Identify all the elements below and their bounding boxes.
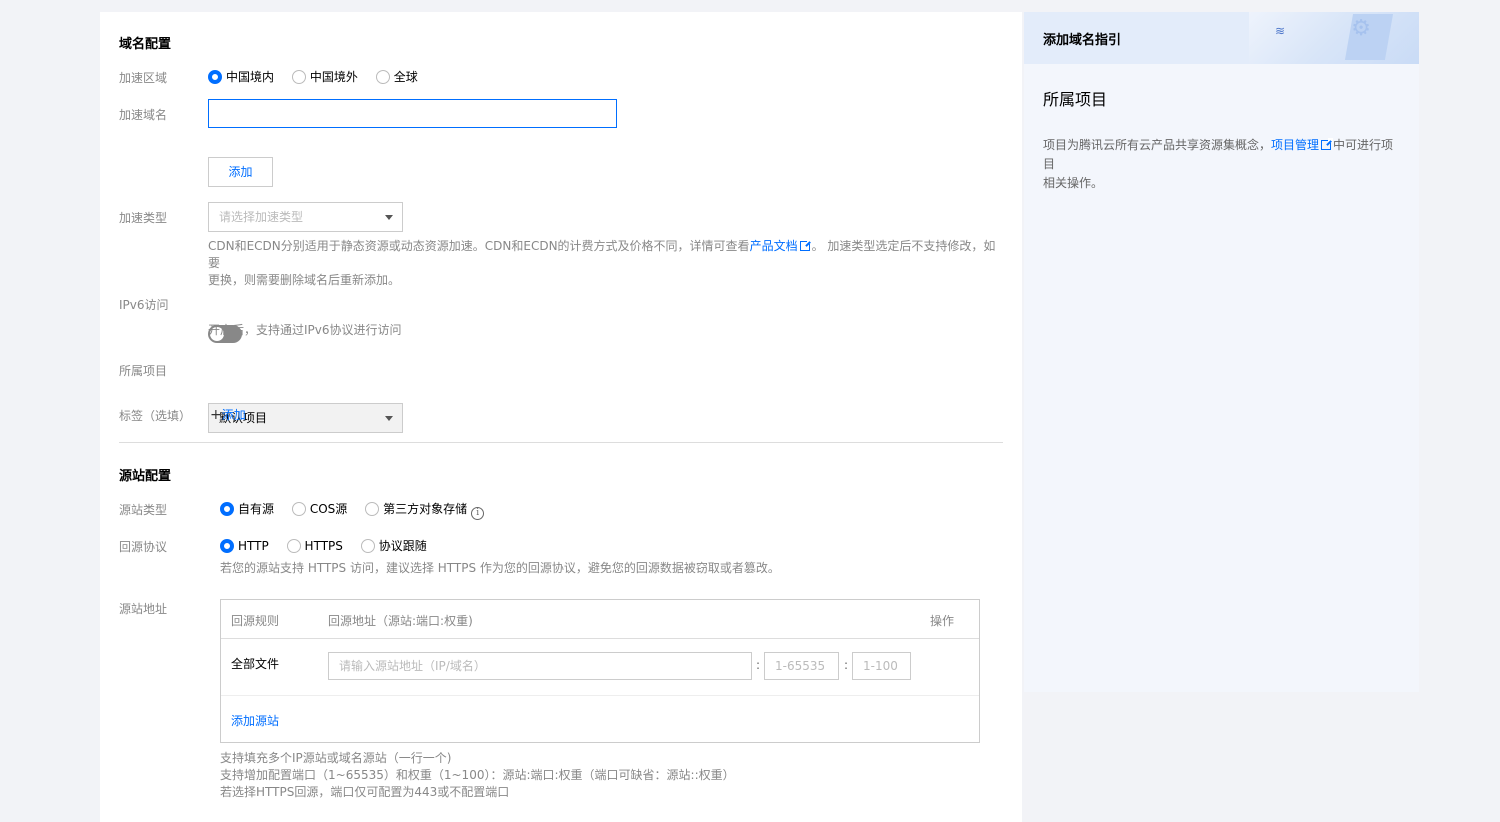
type-hint: CDN和ECDN分别适用于静态资源或动态资源加速。CDN和ECDN的计费方式及价… (208, 239, 996, 287)
main-panel: 域名配置 加速区域 中国境内 中国境外 全球 加速域名 添加 加速类型 请选择加… (100, 12, 1022, 822)
radio-icon (375, 70, 390, 84)
accel-type-select[interactable]: 请选择加速类型 (208, 202, 403, 232)
section-divider (119, 442, 1003, 443)
guide-panel: ≋ ⚙ 添加域名指引 所属项目 项目为腾讯云所有云产品共享资源集概念，项目管理中… (1024, 12, 1419, 692)
radio-icon (220, 502, 234, 516)
ipv6-label: IPv6访问 (119, 298, 169, 312)
col-address-header: 回源地址（源站:端口:权重) (328, 614, 473, 628)
radio-icon (291, 502, 306, 516)
region-label: 加速区域 (119, 71, 168, 85)
gear-icon: ⚙ (1351, 16, 1371, 41)
radio-icon (286, 539, 301, 553)
origin-notes: 支持填充多个IP源站或域名源站（一行一个) 支持增加配置端口（1~65535）和… (220, 750, 735, 801)
protocol-follow[interactable]: 协议跟随 (360, 539, 427, 553)
origin-note-3: 若选择HTTPS回源，端口仅可配置为443或不配置端口 (220, 785, 510, 799)
product-doc-link[interactable]: 产品文档 (750, 239, 798, 253)
project-management-link[interactable]: 项目管理 (1271, 138, 1319, 152)
chevron-down-icon (385, 416, 393, 421)
table-header-divider (221, 638, 979, 639)
domain-config-title: 域名配置 (119, 37, 172, 52)
origin-address-label: 源站地址 (119, 602, 168, 616)
accel-type-placeholder: 请选择加速类型 (219, 210, 304, 224)
origin-type-radio-group: 自有源 COS源 第三方对象存储 i (220, 500, 485, 520)
chevron-down-icon (385, 215, 393, 220)
protocol-http[interactable]: HTTP (220, 539, 269, 553)
origin-note-1: 支持填充多个IP源站或域名源站（一行一个) (220, 751, 452, 765)
radio-icon (220, 539, 234, 553)
external-link-icon (799, 239, 812, 251)
port-separator: : (756, 658, 761, 672)
guide-header-title: 添加域名指引 (1043, 33, 1122, 48)
guide-description: 项目为腾讯云所有云产品共享资源集概念，项目管理 中可进行项目 相关操作。 (1043, 138, 1394, 190)
chevron-icon: ≋ (1275, 24, 1286, 38)
add-origin-link[interactable]: 添加源站 (231, 712, 279, 729)
header-decoration (1249, 12, 1419, 64)
origin-address-input[interactable]: 请输入源站地址（IP/域名） (328, 652, 752, 680)
region-option-china[interactable]: 中国境内 (208, 70, 274, 84)
guide-header: ≋ ⚙ 添加域名指引 (1024, 12, 1419, 64)
radio-icon (208, 70, 222, 84)
weight-input[interactable]: 1-100 (852, 652, 911, 680)
col-rule-header: 回源规则 (231, 614, 280, 628)
region-radio-group: 中国境内 中国境外 全球 (208, 68, 432, 85)
origin-config-title: 源站配置 (119, 469, 172, 484)
origin-note-2: 支持增加配置端口（1~65535）和权重（1~100）：源站:端口:权重（端口可… (220, 768, 735, 782)
protocol-hint: 若您的源站支持 HTTPS 访问，建议选择 HTTPS 作为您的回源协议，避免您… (220, 561, 780, 575)
port-input[interactable]: 1-65535 (764, 652, 839, 680)
add-domain-button[interactable]: 添加 (208, 157, 273, 187)
radio-icon (365, 502, 380, 516)
plus-icon: + (210, 407, 222, 423)
domain-input[interactable] (208, 99, 617, 128)
protocol-radio-group: HTTP HTTPS 协议跟随 (220, 537, 441, 554)
protocol-label: 回源协议 (119, 540, 168, 554)
table-row-divider (221, 695, 979, 696)
origin-type-third-party[interactable]: 第三方对象存储 (365, 502, 467, 516)
region-option-global[interactable]: 全球 (375, 70, 418, 84)
project-label: 所属项目 (119, 364, 168, 378)
origin-table: 回源规则 回源地址（源站:端口:权重) 操作 全部文件 请输入源站地址（IP/域… (220, 599, 980, 743)
domain-label: 加速域名 (119, 108, 168, 122)
origin-type-cos[interactable]: COS源 (291, 502, 347, 516)
add-tag-link[interactable]: +添加 (210, 406, 246, 423)
tag-label: 标签（选填） (119, 409, 192, 423)
type-label: 加速类型 (119, 211, 168, 225)
origin-type-label: 源站类型 (119, 503, 168, 517)
radio-icon (291, 70, 306, 84)
guide-title: 所属项目 (1043, 90, 1108, 109)
region-option-overseas[interactable]: 中国境外 (291, 70, 358, 84)
ipv6-hint: 开启后，支持通过IPv6协议进行访问 (208, 323, 402, 337)
weight-separator: : (844, 658, 849, 672)
info-icon[interactable]: i (471, 507, 485, 520)
radio-icon (360, 539, 375, 553)
origin-type-own[interactable]: 自有源 (220, 502, 274, 516)
protocol-https[interactable]: HTTPS (286, 539, 343, 553)
row-rule: 全部文件 (231, 657, 280, 671)
external-link-icon (1321, 138, 1334, 150)
col-action-header: 操作 (930, 614, 955, 628)
